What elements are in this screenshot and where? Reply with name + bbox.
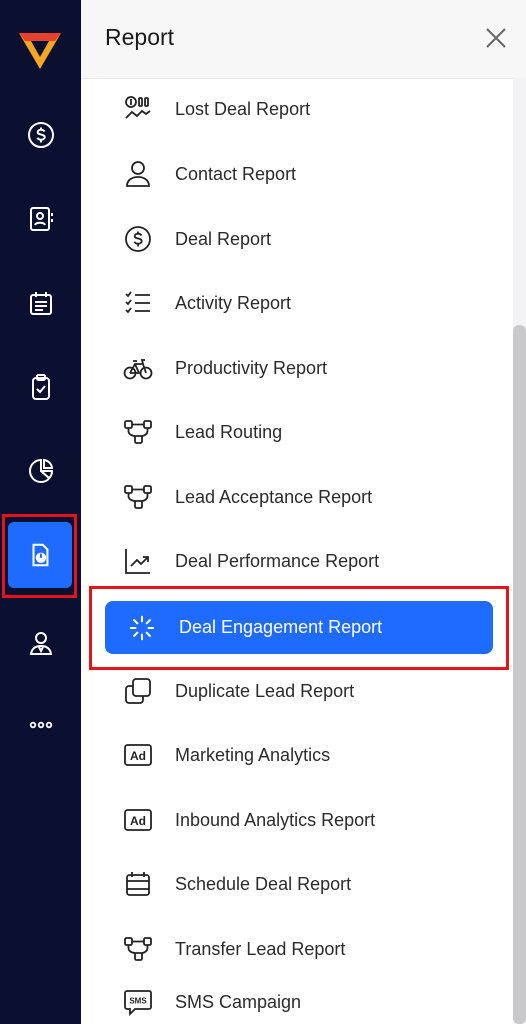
checklist-icon bbox=[125, 291, 150, 314]
panel-title: Report bbox=[105, 24, 175, 50]
calendar-icon bbox=[29, 292, 52, 315]
menu-item-contact-report[interactable]: Contact Report bbox=[121, 154, 501, 194]
rail-report-button[interactable] bbox=[8, 522, 72, 588]
menu-item-label: Lead Routing bbox=[175, 421, 283, 442]
menu-item-label: Lead Acceptance Report bbox=[175, 486, 373, 507]
dollar-circle-icon bbox=[125, 226, 151, 252]
menu-item-label: Productivity Report bbox=[175, 357, 328, 378]
person-icon bbox=[126, 161, 150, 187]
close-icon[interactable] bbox=[482, 24, 510, 52]
menu-item-label: Deal Performance Report bbox=[175, 550, 380, 571]
rail-deals-button[interactable] bbox=[0, 110, 81, 160]
menu-item-lead-routing[interactable]: Lead Routing bbox=[121, 412, 501, 452]
menu-item-marketing-analytics[interactable]: Ad Marketing Analytics bbox=[121, 735, 501, 775]
menu-item-label: Duplicate Lead Report bbox=[175, 680, 355, 701]
user-tie-icon bbox=[29, 632, 52, 655]
menu-item-label: Transfer Lead Report bbox=[175, 938, 346, 959]
menu-item-label: Activity Report bbox=[175, 292, 292, 313]
ad-icon: Ad bbox=[124, 809, 152, 831]
clipboard-check-icon bbox=[31, 374, 50, 400]
rail-contacts-button[interactable] bbox=[0, 194, 81, 244]
menu-item-label: Inbound Analytics Report bbox=[175, 809, 376, 830]
menu-item-inbound-analytics-report[interactable]: Ad Inbound Analytics Report bbox=[121, 800, 501, 840]
menu-item-sms-campaign[interactable]: SMS SMS Campaign bbox=[121, 982, 501, 1022]
menu-item-activity-report[interactable]: Activity Report bbox=[121, 283, 501, 323]
brand-logo[interactable] bbox=[17, 29, 63, 71]
more-icon bbox=[29, 721, 52, 729]
menu-item-deal-report[interactable]: Deal Report bbox=[121, 219, 501, 259]
ad-icon: Ad bbox=[124, 744, 152, 766]
rail-users-button[interactable] bbox=[0, 618, 81, 668]
menu-item-transfer-lead-report[interactable]: Transfer Lead Report bbox=[121, 929, 501, 969]
contact-book-icon bbox=[29, 207, 53, 231]
report-icon bbox=[32, 543, 49, 567]
menu-item-duplicate-lead-report[interactable]: Duplicate Lead Report bbox=[121, 671, 501, 711]
rail-more-button[interactable] bbox=[0, 700, 81, 750]
routing-nodes-icon bbox=[124, 485, 152, 509]
scrollbar-thumb[interactable] bbox=[513, 325, 526, 1024]
calendar-icon bbox=[126, 872, 150, 896]
svg-text:SMS: SMS bbox=[129, 997, 147, 1006]
menu-item-label: SMS Campaign bbox=[175, 991, 302, 1012]
trend-chart-icon bbox=[125, 549, 150, 574]
duplicate-icon bbox=[125, 678, 151, 704]
menu-item-label: Lost Deal Report bbox=[175, 98, 311, 119]
menu-item-deal-engagement-report[interactable]: Deal Engagement Report bbox=[105, 601, 493, 654]
svg-text:Ad: Ad bbox=[130, 749, 146, 763]
rail-analytics-button[interactable] bbox=[0, 446, 81, 496]
dollar-circle-icon bbox=[27, 122, 54, 148]
menu-item-label: Marketing Analytics bbox=[175, 744, 331, 765]
menu-item-label: Deal Report bbox=[175, 228, 272, 249]
menu-item-label: Schedule Deal Report bbox=[175, 873, 352, 894]
rail-activities-button[interactable] bbox=[0, 278, 81, 328]
bicycle-icon bbox=[123, 359, 153, 380]
menu-item-label: Deal Engagement Report bbox=[179, 617, 383, 637]
routing-nodes-icon bbox=[124, 937, 152, 961]
rail-tasks-button[interactable] bbox=[0, 362, 81, 412]
sms-icon: SMS bbox=[124, 990, 152, 1017]
menu-item-label: Contact Report bbox=[175, 163, 297, 184]
svg-text:Ad: Ad bbox=[130, 814, 146, 828]
menu-item-deal-performance-report[interactable]: Deal Performance Report bbox=[121, 541, 501, 581]
menu-item-schedule-deal-report[interactable]: Schedule Deal Report bbox=[121, 864, 501, 904]
money-trend-icon bbox=[125, 96, 151, 119]
panel-header: Report bbox=[81, 0, 526, 79]
menu-item-productivity-report[interactable]: Productivity Report bbox=[121, 348, 501, 388]
left-nav-rail bbox=[0, 0, 81, 1024]
pie-chart-icon bbox=[28, 458, 53, 483]
menu-item-lead-acceptance-report[interactable]: Lead Acceptance Report bbox=[121, 477, 501, 517]
loading-spinner-icon bbox=[129, 615, 155, 640]
routing-nodes-icon bbox=[124, 420, 152, 444]
report-panel: Report Lost Deal Report Contact Report D… bbox=[81, 0, 526, 1024]
menu-item-lost-deal-report[interactable]: Lost Deal Report bbox=[121, 89, 501, 129]
